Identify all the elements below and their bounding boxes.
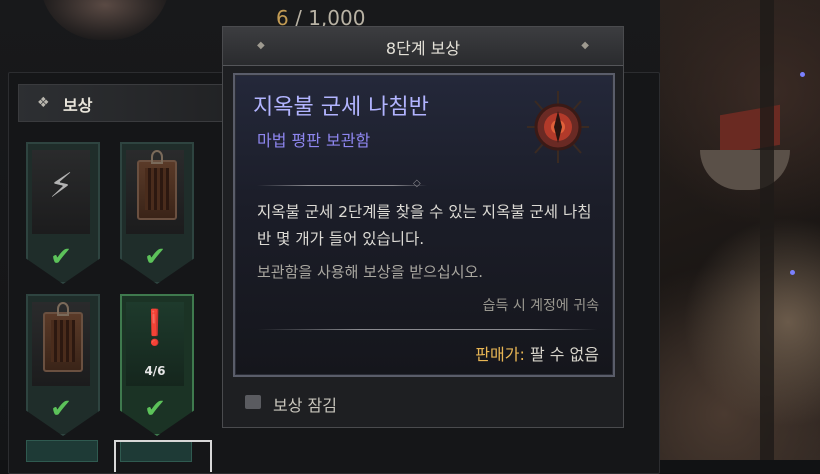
season-emblem	[40, 0, 170, 40]
diamond-icon: ❖	[37, 95, 50, 111]
progress-count: 4/6	[144, 364, 166, 378]
reward-banner-cache[interactable]: ✔	[120, 142, 194, 284]
rewards-section-header: ❖ 보상	[18, 84, 240, 122]
item-description: 지옥불 군세 2단계를 찾을 수 있는 지옥불 군세 나침반 몇 개가 들어 있…	[257, 203, 592, 248]
hellfire-compass-icon	[527, 91, 589, 163]
claw-rune-icon: ⚡	[49, 166, 73, 206]
reward-banner-progress[interactable]: ❗ 4/6 ✔	[120, 294, 194, 436]
reward-tooltip: ◆ 8단계 보상 ◆ 지옥불 군세 나침반 마법 평판 보관함 ◇ 지옥불 군세…	[222, 26, 624, 428]
tooltip-footer: 보상 잠김	[223, 383, 623, 427]
checkmark-icon: ✔	[50, 394, 72, 424]
divider	[257, 329, 597, 330]
ornament-icon: ◆	[581, 40, 589, 51]
exclamation-rune-icon: ❗	[133, 308, 177, 348]
section-title: 보상	[63, 96, 93, 115]
reward-locked-label: 보상 잠김	[273, 396, 337, 415]
checkmark-icon: ✔	[144, 242, 166, 272]
reward-banner-claw[interactable]: ⚡ ✔	[26, 142, 100, 284]
checkmark-icon: ✔	[144, 394, 166, 424]
item-name: 지옥불 군세 나침반	[253, 95, 429, 120]
checkmark-icon: ✔	[50, 242, 72, 272]
account-bound-text: 습득 시 계정에 귀속	[482, 298, 599, 314]
cache-icon	[43, 302, 83, 372]
reward-banner-cache-2[interactable]: ✔	[26, 294, 100, 436]
divider	[257, 185, 427, 186]
tooltip-title: 8단계 보상	[385, 39, 461, 58]
item-card: 지옥불 군세 나침반 마법 평판 보관함 ◇ 지옥불 군세 2단계를 찾을 수 …	[233, 73, 615, 377]
lock-icon	[245, 395, 261, 409]
reward-banner-next[interactable]	[26, 440, 98, 462]
background-scene	[660, 0, 820, 460]
usage-hint: 보관함을 사용해 보상을 받으십시오.	[257, 263, 484, 281]
tooltip-header: ◆ 8단계 보상 ◆	[223, 27, 623, 66]
item-type: 마법 평판 보관함	[257, 131, 371, 150]
selection-cursor	[114, 440, 212, 472]
sell-price: 판매가: 팔 수 없음	[475, 345, 599, 364]
cache-icon	[137, 150, 177, 220]
